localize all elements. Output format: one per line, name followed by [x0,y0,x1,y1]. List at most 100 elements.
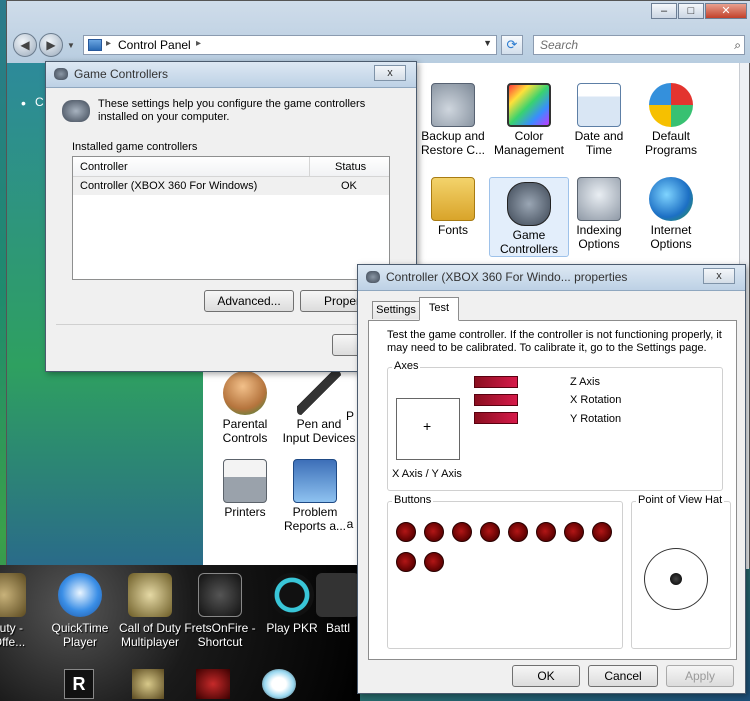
gears-icon[interactable] [196,669,230,699]
minimize-button[interactable]: – [651,3,677,19]
item-label: Input Devices [282,431,356,445]
indexing-icon [577,177,621,221]
controller-button-indicator [508,522,528,542]
separator [56,324,408,325]
item-label: Default [651,129,691,143]
desktop-icon-frets-on-fire[interactable]: FretsOnFire - Shortcut [180,573,260,649]
breadcrumb-arrow-icon[interactable]: ▸ [196,38,201,49]
item-label: Management [493,143,565,157]
controller-status: OK [341,180,357,192]
battlefield-icon [316,573,360,617]
address-bar[interactable]: ▸ Control Panel ▸ ▼ [83,35,497,55]
color-management-icon [507,83,551,127]
list-header: Controller Status [73,157,389,177]
desktop-icon-cod-multiplayer[interactable]: Call of Duty Multiplayer [110,573,190,649]
back-button[interactable]: ◀ [13,33,37,57]
item-label: Indexing [576,223,622,237]
color-management-item[interactable]: Color Management [489,83,569,157]
desktop-icon-quicktime[interactable]: QuickTime Player [40,573,120,649]
item-label: Controls [222,431,268,445]
crosshair-icon: + [423,418,432,434]
window-controls: – □ ✕ [651,3,747,19]
group-label: Buttons [392,494,434,506]
item-label: Internet [650,223,692,237]
backup-and-restore-item[interactable]: Backup and Restore C... [413,83,493,157]
item-label: Options [578,237,620,251]
apply-button[interactable]: Apply [666,665,734,687]
pov-circle [644,548,708,610]
item-label: Printers [224,505,266,519]
pkr-icon [270,573,314,617]
task-link[interactable]: C [35,95,44,109]
printer-icon [223,459,267,503]
tab-settings[interactable]: Settings [372,301,420,319]
explorer-toolbar: – □ ✕ ◀ ▶ ▼ ▸ Control Panel ▸ ▼ ⟳ Search… [7,1,750,63]
test-description: Test the game controller. If the control… [387,329,722,354]
search-input[interactable]: Search ⌕ [533,35,745,55]
icon-label: Player [62,635,97,649]
close-button[interactable]: x [703,268,735,284]
default-programs-item[interactable]: Default Programs [631,83,711,157]
z-axis-bar [474,376,518,388]
refresh-button[interactable]: ⟳ [501,35,523,55]
history-dropdown-icon[interactable]: ▼ [67,41,75,50]
desktop-icon-battlefield[interactable]: Battl [316,573,360,635]
ok-button[interactable]: OK [512,665,580,687]
gamepad-icon [366,271,380,283]
advanced-button[interactable]: Advanced... [204,290,294,312]
cancel-button[interactable]: Cancel [588,665,658,687]
item-label: Programs [644,143,697,157]
parental-controls-item[interactable]: Parental Controls [205,371,285,445]
fonts-item[interactable]: Fonts [413,177,493,237]
controller-button-indicator [536,522,556,542]
date-and-time-item[interactable]: Date and Time [559,83,639,157]
cod-icon [0,573,26,617]
close-button[interactable]: ✕ [705,3,747,19]
tab-test[interactable]: Test [419,297,459,321]
quicktime-icon [58,573,102,617]
icon-label: d Offe... [0,635,26,649]
controller-button-indicator [396,552,416,572]
star-icon [128,573,172,617]
item-label: Parental [222,417,268,431]
controller-button-indicator [480,522,500,542]
item-label: Date and [574,129,624,143]
search-icon[interactable]: ⌕ [734,38,741,53]
controllers-list[interactable]: Controller Status Controller (XBOX 360 F… [72,156,390,280]
axis-label: Z Axis [570,376,600,388]
item-label: Controllers [499,242,559,256]
game-controllers-item[interactable]: Game Controllers [489,177,569,257]
column-controller[interactable]: Controller [80,161,128,173]
star-icon[interactable] [132,669,164,699]
printers-item[interactable]: Printers [205,459,285,519]
rockstar-icon[interactable]: R [64,669,94,699]
table-row[interactable]: Controller (XBOX 360 For Windows) OK [73,177,389,195]
maximize-button[interactable]: □ [678,3,704,19]
dialog-titlebar: Controller (XBOX 360 For Windo... proper… [358,265,745,291]
internet-options-item[interactable]: Internet Options [631,177,711,251]
column-status[interactable]: Status [335,161,366,173]
chevron-down-icon[interactable]: ▼ [483,38,492,48]
search-placeholder: Search [540,38,579,52]
breadcrumb[interactable]: Control Panel [118,38,191,52]
close-button[interactable]: x [374,65,406,81]
indexing-options-item[interactable]: Indexing Options [559,177,639,251]
dialog-description: These settings help you configure the ga… [98,98,366,123]
column-divider [309,157,310,177]
backup-icon [431,83,475,127]
dialog-title: Controller (XBOX 360 For Windo... proper… [386,270,628,284]
x-rotation-bar [474,394,518,406]
xy-axis-label: X Axis / Y Axis [392,468,462,480]
group-label: Axes [392,360,421,372]
controller-name: Controller (XBOX 360 For Windows) [80,180,258,192]
tab-panel: Test the game controller. If the control… [368,320,737,660]
fonts-folder-icon [431,177,475,221]
pen-and-input-item[interactable]: Pen and Input Devices [275,371,363,445]
calendar-icon [577,83,621,127]
controller-button-indicator [424,552,444,572]
fan-icon[interactable] [262,669,296,699]
item-label: Game [512,228,546,242]
desktop-icon-call-of-duty[interactable]: l Duty - d Offe... [0,573,44,649]
forward-button[interactable]: ▶ [39,33,63,57]
icon-label: Call of Duty [118,621,182,635]
